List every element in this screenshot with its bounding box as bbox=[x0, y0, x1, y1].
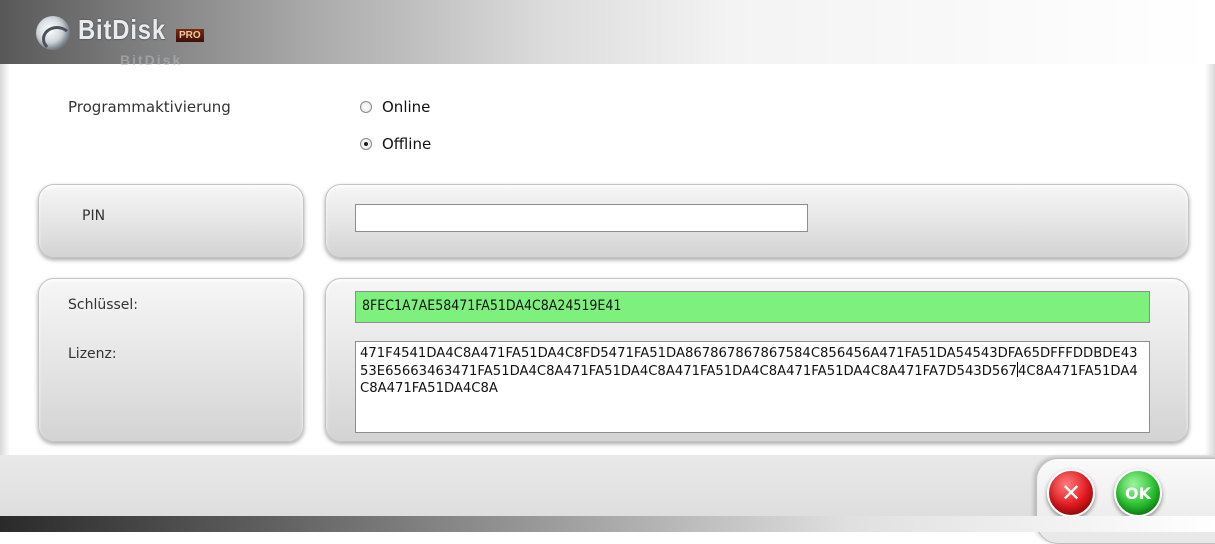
pin-label: PIN bbox=[82, 208, 106, 224]
ok-button[interactable]: OK bbox=[1114, 469, 1162, 517]
logo-reflection: BitDisk bbox=[120, 52, 183, 68]
title-bar: BitDisk PRO BitDisk bbox=[0, 0, 1215, 68]
radio-offline-label[interactable]: Offline bbox=[382, 135, 431, 153]
radio-online[interactable]: Online bbox=[360, 98, 430, 116]
key-label: Schlüssel: bbox=[68, 297, 139, 313]
radio-offline-indicator[interactable] bbox=[360, 138, 372, 150]
key-field[interactable]: 8FEC1A7AE58471FA51DA4C8A24519E41 bbox=[355, 291, 1150, 323]
logo-text: BitDisk bbox=[78, 14, 166, 45]
pin-label-panel bbox=[38, 184, 304, 258]
cancel-button[interactable]: ✕ bbox=[1047, 469, 1095, 517]
logo-swirl-icon bbox=[36, 16, 72, 52]
ok-button-label: OK bbox=[1125, 483, 1151, 503]
footer-area bbox=[0, 455, 1215, 517]
radio-online-indicator[interactable] bbox=[360, 101, 372, 113]
radio-offline[interactable]: Offline bbox=[360, 135, 431, 153]
activation-label: Programmaktivierung bbox=[68, 98, 231, 116]
pin-input[interactable] bbox=[355, 204, 808, 232]
footer-gradient-bar bbox=[0, 516, 1215, 532]
radio-online-label[interactable]: Online bbox=[382, 98, 430, 116]
bitdisk-logo: BitDisk PRO BitDisk bbox=[36, 12, 206, 68]
left-edge-shadow bbox=[0, 64, 10, 484]
right-edge-shadow bbox=[1205, 64, 1215, 484]
license-label: Lizenz: bbox=[68, 346, 117, 362]
close-icon: ✕ bbox=[1060, 479, 1082, 507]
logo-badge: PRO bbox=[176, 29, 204, 42]
license-textarea[interactable]: 471F4541DA4C8A471FA51DA4C8FD5471FA51DA86… bbox=[355, 341, 1150, 433]
